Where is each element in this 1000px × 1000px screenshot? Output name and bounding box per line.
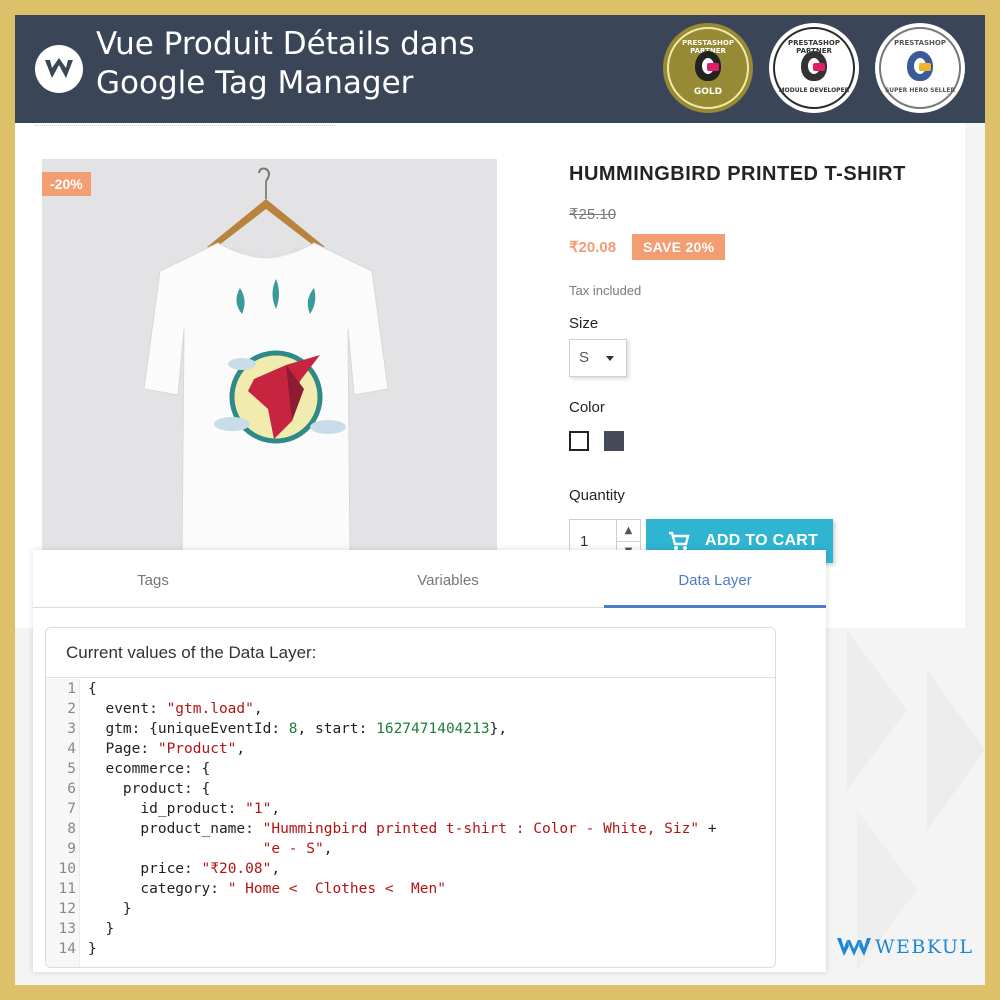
code-line: 1{ <box>46 679 775 699</box>
code-text: price: "₹20.08", <box>88 861 281 877</box>
gtm-tabs: Tags Variables Data Layer <box>33 550 826 608</box>
line-number: 4 <box>46 739 80 759</box>
current-price: ₹20.08 <box>569 239 617 256</box>
line-number: 11 <box>46 879 80 899</box>
size-select-value: S <box>579 349 590 366</box>
tax-note: Tax included <box>569 283 642 298</box>
code-line: 7 id_product: "1", <box>46 799 775 819</box>
line-number: 6 <box>46 779 80 799</box>
save-badge: SAVE 20% <box>632 234 726 260</box>
code-text: } <box>88 941 97 957</box>
banner-header: Vue Produit Détails dans Google Tag Mana… <box>15 15 985 123</box>
code-line: 2 event: "gtm.load", <box>46 699 775 719</box>
badge-hero-line1: PRESTASHOP <box>894 39 946 47</box>
line-number: 12 <box>46 899 80 919</box>
tab-variables[interactable]: Variables <box>313 550 583 608</box>
color-swatch-white[interactable] <box>569 431 589 451</box>
prestashop-super-hero-seller-badge: PRESTASHOP SUPER HERO SELLER <box>875 23 965 113</box>
code-text: event: "gtm.load", <box>88 701 263 717</box>
gtm-preview-panel: Tags Variables Data Layer Current values… <box>33 550 826 972</box>
line-number: 3 <box>46 719 80 739</box>
line-number: 8 <box>46 819 80 839</box>
data-layer-code: 1{2 event: "gtm.load", 3 gtm: {uniqueEven… <box>46 679 775 967</box>
quantity-input[interactable]: 1 <box>580 533 588 550</box>
code-line: 4 Page: "Product", <box>46 739 775 759</box>
product-name: HUMMINGBIRD PRINTED T-SHIRT <box>569 163 906 185</box>
code-text: id_product: "1", <box>88 801 281 817</box>
badge-hero-line2: SUPER HERO SELLER <box>884 87 956 94</box>
size-select[interactable]: S <box>569 339 627 377</box>
color-label: Color <box>569 399 605 416</box>
code-text: product: { <box>88 781 211 797</box>
code-line: 11 category: " Home < Clothes < Men" <box>46 879 775 899</box>
caret-down-icon <box>606 356 614 361</box>
breadcrumb <box>35 125 335 129</box>
line-number: 9 <box>46 839 80 859</box>
code-line: 6 product: { <box>46 779 775 799</box>
line-number: 1 <box>46 679 80 699</box>
background-pattern <box>847 630 985 970</box>
add-to-cart-label: ADD TO CART <box>705 532 819 549</box>
line-number: 5 <box>46 759 80 779</box>
shopping-cart-icon <box>669 531 690 550</box>
code-line: 3 gtm: {uniqueEventId: 8, start: 1627471… <box>46 719 775 739</box>
badge-dev-line2: MODULE DEVELOPER <box>778 87 850 94</box>
code-line: 12 } <box>46 899 775 919</box>
code-text: category: " Home < Clothes < Men" <box>88 881 446 897</box>
product-image[interactable]: -20% <box>42 159 497 559</box>
tshirt-image-icon <box>42 159 497 559</box>
code-text: { <box>88 681 97 697</box>
size-label: Size <box>569 315 599 332</box>
quantity-label: Quantity <box>569 487 625 504</box>
prestashop-gold-partner-badge: PRESTASHOP PARTNER GOLD <box>663 23 753 113</box>
discount-flag: -20% <box>42 172 91 196</box>
banner-title-line2: Google Tag Manager <box>96 65 414 101</box>
code-line: 14} <box>46 939 775 959</box>
quantity-up-icon[interactable]: ▲ <box>616 520 640 542</box>
webkul-logo-icon <box>35 45 83 93</box>
banner-title-line1: Vue Produit Détails dans <box>96 26 475 62</box>
color-swatch-grey[interactable] <box>604 431 624 451</box>
code-line: 9 "e - S", <box>46 839 775 859</box>
code-text: Page: "Product", <box>88 741 246 757</box>
prestashop-module-developer-badge: PRESTASHOP PARTNER MODULE DEVELOPER <box>769 23 859 113</box>
code-line: 5 ecommerce: { <box>46 759 775 779</box>
tab-tags[interactable]: Tags <box>33 550 273 608</box>
webkul-wordmark: WEBKUL <box>875 936 974 958</box>
line-number: 10 <box>46 859 80 879</box>
tab-data-layer[interactable]: Data Layer <box>604 550 826 608</box>
code-line: 10 price: "₹20.08", <box>46 859 775 879</box>
line-number: 14 <box>46 939 80 959</box>
code-line: 8 product_name: "Hummingbird printed t-s… <box>46 819 775 839</box>
webkul-logo-icon <box>837 938 871 956</box>
data-layer-box: Current values of the Data Layer: 1{2 ev… <box>45 627 776 968</box>
line-number: 2 <box>46 699 80 719</box>
badge-gold-line2: GOLD <box>693 87 723 97</box>
product-frame: Vue Produit Détails dans Google Tag Mana… <box>15 15 985 985</box>
data-layer-title: Current values of the Data Layer: <box>46 628 775 678</box>
code-line: 13 } <box>46 919 775 939</box>
banner-title: Vue Produit Détails dans Google Tag Mana… <box>96 25 616 103</box>
code-text: "e - S", <box>262 841 333 857</box>
code-text: } <box>88 921 115 937</box>
code-text: gtm: {uniqueEventId: 8, start: 162747140… <box>88 721 508 737</box>
line-number: 13 <box>46 919 80 939</box>
regular-price: ₹25.10 <box>569 206 617 223</box>
code-text: ecommerce: { <box>88 761 211 777</box>
line-number: 7 <box>46 799 80 819</box>
code-text: } <box>88 901 132 917</box>
code-text: product_name: "Hummingbird printed t-shi… <box>88 821 717 837</box>
